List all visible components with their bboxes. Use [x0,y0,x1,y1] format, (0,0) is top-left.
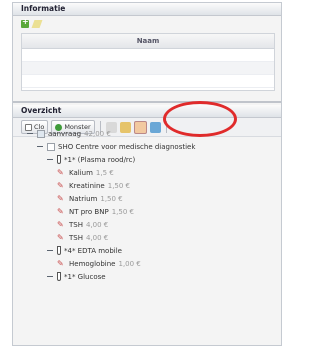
grid-row [22,75,274,88]
tree-row[interactable]: ✎ NT pro BNP 1,50 € [13,205,281,218]
tube-icon [57,155,61,164]
tree-value: 4,00 € [85,233,109,242]
collapse-icon[interactable] [27,131,33,137]
tree-label: *1* Glucose [64,272,106,281]
tree-row[interactable]: ✎ TSH 4,00 € [13,218,281,231]
folder-icon [37,129,45,138]
tree-label: SHO Centre voor medische diagnostiek [58,142,196,151]
grid-row [22,62,274,75]
tree-label: Natrium [69,194,98,203]
tree-label: Kreatinine [69,181,105,190]
tree-value: 4,00 € [85,220,109,229]
tree-row[interactable]: SHO Centre voor medische diagnostiek [13,140,281,153]
highlight-circle [163,101,237,137]
tree-row[interactable]: ✎ Hemoglobine 1,00 € [13,257,281,270]
test-icon: ✎ [57,180,64,190]
test-icon: ✎ [57,167,64,177]
test-icon: ✎ [57,193,64,203]
informatie-panel: Informatie Naam [13,3,281,93]
tree-value: 1,5 € [95,168,114,177]
tree-row[interactable]: ✎ Kreatinine 1,50 € [13,179,281,192]
collapse-icon[interactable] [47,157,53,163]
grid-row [22,49,274,62]
order-tree: aanvraag 42,00 € SHO Centre voor medische … [13,127,281,283]
tree-value: 1,00 € [118,259,141,268]
tree-label: NT pro BNP [69,207,109,216]
tube-icon [57,272,61,281]
tree-row[interactable]: ✎ Kalium 1,5 € [13,166,281,179]
edit-icon[interactable] [31,20,43,28]
tree-label: TSH [69,233,83,242]
tree-value: 1,50 € [111,207,134,216]
informatie-header: Informatie [13,3,281,16]
overzicht-header: Overzicht [13,105,281,118]
app-window: Informatie Naam Overzicht Clo Monster [12,2,282,346]
overzicht-panel: Overzicht Clo Monster aanvraag 42,00 € SHO… [13,105,281,345]
informatie-toolbar [13,16,281,32]
tree-value: 1,50 € [100,194,123,203]
tree-label: TSH [69,220,83,229]
collapse-icon[interactable] [37,144,43,150]
grid-header-naam[interactable]: Naam [22,34,274,49]
panel-splitter[interactable] [13,101,281,103]
tree-row[interactable]: aanvraag 42,00 € [13,127,281,140]
tree-row[interactable]: ✎ TSH 4,00 € [13,231,281,244]
add-icon[interactable] [21,17,29,28]
tree-label: *4* EDTA mobile [64,246,122,255]
lab-icon [47,142,55,151]
collapse-icon[interactable] [47,274,53,280]
test-icon: ✎ [57,206,64,216]
collapse-icon[interactable] [47,248,53,254]
informatie-grid: Naam [21,33,275,91]
tree-row[interactable]: ✎ Natrium 1,50 € [13,192,281,205]
tree-row[interactable]: *1* (Plasma rood/rc) [13,153,281,166]
tree-label: *1* (Plasma rood/rc) [64,155,136,164]
tube-icon [57,246,61,255]
tree-label: Hemoglobine [69,259,116,268]
tree-label: aanvraag [48,129,82,138]
tree-row[interactable]: *1* Glucose [13,270,281,283]
tree-row[interactable]: *4* EDTA mobile [13,244,281,257]
tree-label: Kalium [69,168,93,177]
test-icon: ✎ [57,258,64,268]
test-icon: ✎ [57,219,64,229]
test-icon: ✎ [57,232,64,242]
tree-value: 1,50 € [107,181,130,190]
tree-value: 42,00 € [84,129,111,138]
